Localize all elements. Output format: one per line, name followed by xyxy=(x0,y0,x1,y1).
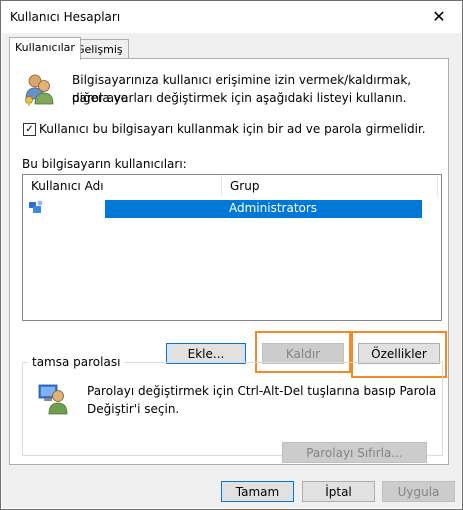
column-header-username[interactable]: Kullanıcı Adı xyxy=(31,179,104,193)
user-account-icon xyxy=(29,200,43,213)
user-accounts-window: Kullanıcı Hesapları ✕ Kullanıcılar Geliş… xyxy=(0,0,463,510)
window-title: Kullanıcı Hesapları xyxy=(10,10,121,24)
users-tab-panel: Bilgisayarınıza kullanıcı erişimine izin… xyxy=(9,58,449,465)
reset-password-button[interactable]: Parolayı Sıfırla... xyxy=(282,442,427,463)
user-computer-icon xyxy=(38,384,68,415)
dialog-client-area: Kullanıcılar Gelişmiş Bilgisayarınıza ku… xyxy=(2,33,461,508)
column-header-group[interactable]: Grup xyxy=(230,179,259,193)
close-icon[interactable]: ✕ xyxy=(416,1,462,33)
column-divider[interactable] xyxy=(221,175,222,197)
title-bar: Kullanıcı Hesapları ✕ xyxy=(1,1,462,33)
apply-button[interactable]: Uygula xyxy=(382,481,455,502)
tab-users[interactable]: Kullanıcılar xyxy=(9,37,81,60)
require-password-checkbox[interactable]: ✓ xyxy=(23,123,36,136)
users-icon xyxy=(25,74,54,106)
password-text-line2: Değiştir'i seçin. xyxy=(87,402,180,416)
users-list-header: Kullanıcı Adı Grup xyxy=(23,175,441,197)
column-divider[interactable] xyxy=(437,175,438,197)
password-group-legend: tamsa parolası xyxy=(28,355,125,369)
users-list-label: Bu bilgisayarın kullanıcıları: xyxy=(22,157,187,171)
cancel-button[interactable]: İptal xyxy=(302,481,375,502)
intro-text-line2: diğer ayarları değiştirmek için aşağıdak… xyxy=(72,91,407,105)
user-group-cell: Administrators xyxy=(229,201,318,215)
require-password-label[interactable]: Kullanıcı bu bilgisayarı kullanmak için … xyxy=(39,120,426,138)
password-text-line1: Parolayı değiştirmek için Ctrl-Alt-Del t… xyxy=(87,384,437,398)
ok-button[interactable]: Tamam xyxy=(221,481,294,502)
users-list[interactable]: Kullanıcı Adı Grup Administrators xyxy=(22,174,442,321)
add-user-button[interactable]: Ekle... xyxy=(166,343,246,364)
